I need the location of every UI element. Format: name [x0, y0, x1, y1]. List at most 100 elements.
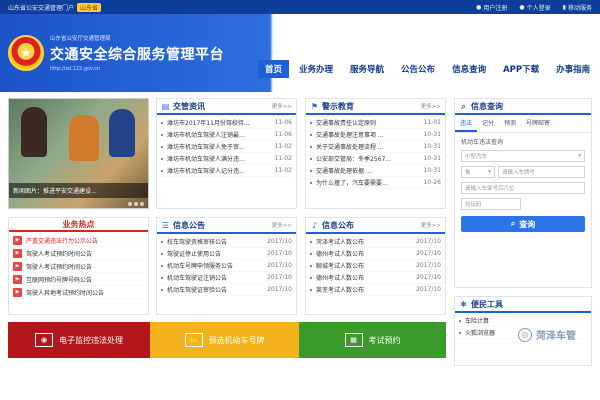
list-item[interactable]: 机动车号牌申领服务公告 2017/10	[161, 260, 292, 272]
tools-icon: ✱	[460, 299, 467, 309]
tab-points[interactable]: 记分	[477, 115, 499, 132]
nav-app[interactable]: APP下载	[496, 60, 546, 78]
login-icon: ●	[519, 3, 525, 11]
register-link[interactable]: ● 用户注册	[476, 3, 507, 12]
top-bar-left: 山东省公安交通管理门户 山东省	[8, 2, 102, 12]
tab-violation[interactable]: 违法	[455, 115, 478, 132]
warning-list: 交通事故责任认定原则 11-01 交通事故处理注意事项 ... 10-31 关于交通…	[306, 115, 445, 191]
list-item[interactable]: 聊城考试人数公布 2017/10	[310, 260, 441, 272]
more-link[interactable]: 更多>>	[272, 102, 292, 110]
nav-query[interactable]: 信息查询	[445, 60, 493, 78]
list-item[interactable]: ▶ 驾驶人考试预约时间公告	[13, 247, 144, 260]
info-publish-panel: ♪ 信息公布 更多>> 菏泽考试人数公布 2017/10 德州考试人数公布 2017/…	[305, 217, 446, 315]
list-item[interactable]: 潍坊市机动车驾驶人免于审... 11-02	[161, 141, 292, 153]
list-item[interactable]: 德州考试人数公布 2017/10	[310, 248, 441, 260]
list-item[interactable]: 菏泽考试人数公布 2017/10	[310, 236, 441, 248]
nav-notice[interactable]: 公告公布	[394, 60, 442, 78]
hot-badge-icon: ▶	[13, 235, 22, 245]
hot-badge-icon: ▶	[13, 287, 22, 297]
brand[interactable]: ★ 山东省公安厅交通管理局 交通安全综合服务管理平台 http://sd.122…	[8, 20, 258, 86]
tile-camera-violation[interactable]: ◉ 电子监控违法处理	[8, 322, 150, 358]
bell-icon: ♪	[311, 220, 318, 230]
plate-icon: ▭	[184, 333, 203, 347]
query-label: 机动车违法查询	[461, 139, 504, 146]
more-link[interactable]: 更多>>	[421, 102, 441, 110]
query-tabs: 违法 记分 预测 号牌邮寄	[455, 115, 591, 133]
hot-business-title: 业务热点	[9, 218, 148, 232]
chevron-down-icon: ▾	[488, 169, 491, 175]
mobile-link[interactable]: ▮ 移动服务	[563, 3, 592, 12]
hot-badge-icon: ▶	[13, 274, 22, 284]
list-item[interactable]: 潍坊市机动车驾驶人满分违... 11-02	[161, 153, 292, 165]
warning-icon: ⚑	[310, 101, 319, 111]
list-item[interactable]: 潍坊市机动车驾驶人记分违... 11-02	[161, 165, 292, 177]
captcha-input[interactable]: 验证码	[461, 198, 521, 210]
more-link[interactable]: 更多>>	[421, 221, 441, 229]
calendar-icon: ▦	[344, 333, 363, 347]
tab-plate-mail[interactable]: 号牌邮寄	[521, 115, 555, 132]
list-item[interactable]: 车险计算	[459, 315, 587, 327]
nav-service[interactable]: 服务导航	[343, 60, 391, 78]
list-item[interactable]: ▶ 互联网预约号牌号码公告	[13, 273, 144, 286]
user-icon: ●	[476, 3, 482, 11]
list-item[interactable]: 德州考试人数公布 2017/10	[310, 272, 441, 284]
banner-caption: 新闻图片：推进平安交通建设...	[9, 183, 148, 198]
info-notice-list: 校车驾驶资格审核公告 2017/10 驾驶证停止使用公告 2017/10 机动车号牌…	[157, 234, 296, 298]
list-item[interactable]: 公安部交管局：冬季2567... 10-31	[310, 153, 441, 165]
tile-exam-booking[interactable]: ▦ 考试预约	[299, 322, 446, 358]
nav-guide[interactable]: 办事指南	[549, 60, 597, 78]
traffic-news-list: 潍坊市2017年11月份驾校待... 11-06 潍坊市机动车驾驶人注销最... 1…	[157, 115, 296, 179]
news-icon: ▤	[161, 101, 170, 111]
search-icon: ⌕	[510, 219, 516, 228]
banner-dots	[128, 202, 144, 206]
info-query-panel: ⌕ 信息查询 违法 记分 预测 号牌邮寄 机动车违法查询 小型汽车 ▾ 鲁 ▾ 请输入…	[454, 98, 592, 288]
list-item[interactable]: ▶ 驾驶人异地考试预约时间公告	[13, 286, 144, 299]
vehicle-type-select[interactable]: 小型汽车 ▾	[461, 150, 585, 162]
list-item[interactable]: 交通事故处理注意事项 ... 10-31	[310, 129, 441, 141]
brand-url: http://sd.122.gov.cn	[50, 66, 101, 72]
hot-badge-icon: ▶	[13, 248, 22, 258]
list-item[interactable]: 为什么撞了，汽车要需要... 10-26	[310, 177, 441, 189]
brand-subtitle: 山东省公安厅交通管理局	[50, 36, 111, 42]
query-button[interactable]: ⌕ 查询	[461, 216, 585, 232]
watermark: ◎ 菏泽车管	[518, 327, 576, 342]
province-select[interactable]: 鲁 ▾	[461, 166, 495, 178]
chevron-down-icon: ▾	[578, 153, 581, 159]
list-item[interactable]: 校车驾驶资格审核公告 2017/10	[161, 236, 292, 248]
mobile-icon: ▮	[562, 3, 566, 11]
tile-plate-preselect[interactable]: ▭ 预选机动车号牌	[150, 322, 299, 358]
list-item[interactable]: 机动车驾驶证审验公告 2017/10	[161, 284, 292, 296]
list-item[interactable]: 机动车驾驶证注销公告 2017/10	[161, 272, 292, 284]
region-selector[interactable]: 山东省	[77, 2, 102, 12]
list-item[interactable]: 交通事故责任认定原则 11-01	[310, 117, 441, 129]
info-notice-panel: ☰ 信息公告 更多>> 校车驾驶资格审核公告 2017/10 驾驶证停止使用公告 20…	[156, 217, 297, 315]
plate-number-input[interactable]: 请输入车牌号	[498, 166, 585, 178]
top-bar: 山东省公安交通管理门户 山东省 ● 用户注册 ● 个人登录 ▮ 移动服务	[0, 0, 600, 14]
list-item[interactable]: ▶ 驾驶人考试预约时间公告	[13, 260, 144, 273]
brand-title: 交通安全综合服务管理平台	[50, 47, 224, 63]
news-banner[interactable]: 新闻图片：推进平安交通建设...	[8, 98, 149, 209]
police-emblem-icon: ★	[8, 35, 44, 71]
list-item[interactable]: 驾驶证停止使用公告 2017/10	[161, 248, 292, 260]
warning-panel: ⚑ 警示教育 更多>> 交通事故责任认定原则 11-01 交通事故处理注意事项 ..…	[305, 98, 446, 209]
header: ★ 山东省公安厅交通管理局 交通安全综合服务管理平台 http://sd.122…	[0, 14, 600, 92]
login-link[interactable]: ● 个人登录	[519, 3, 550, 12]
list-item[interactable]: 关于交通事故处理流程 ... 10-31	[310, 141, 441, 153]
portal-title: 山东省公安交通管理门户	[8, 4, 75, 12]
hot-badge-icon: ▶	[13, 261, 22, 271]
list-item[interactable]: ▶ 严重交通违法行为公示公告	[13, 234, 144, 247]
notice-icon: ☰	[161, 220, 170, 230]
list-item[interactable]: 莱芜考试人数公布 2017/10	[310, 284, 441, 296]
wechat-logo-icon: ◎	[518, 327, 532, 342]
traffic-news-panel: ▤ 交管资讯 更多>> 潍坊市2017年11月份驾校待... 11-06 潍坊市机动…	[156, 98, 297, 209]
list-item[interactable]: 潍坊市2017年11月份驾校待... 11-06	[161, 117, 292, 129]
list-item[interactable]: 潍坊市机动车驾驶人注销最... 11-06	[161, 129, 292, 141]
nav-home[interactable]: 首页	[258, 60, 290, 78]
top-bar-links: ● 用户注册 ● 个人登录 ▮ 移动服务	[476, 3, 592, 12]
more-link[interactable]: 更多>>	[272, 221, 292, 229]
list-item[interactable]: 交通事故处理依据 ... 10-31	[310, 165, 441, 177]
vin-input[interactable]: 请输入车架号后六位	[461, 182, 585, 194]
nav-business[interactable]: 业务办理	[292, 60, 340, 78]
search-icon: ⌕	[461, 101, 466, 111]
tab-forecast[interactable]: 预测	[499, 115, 521, 132]
